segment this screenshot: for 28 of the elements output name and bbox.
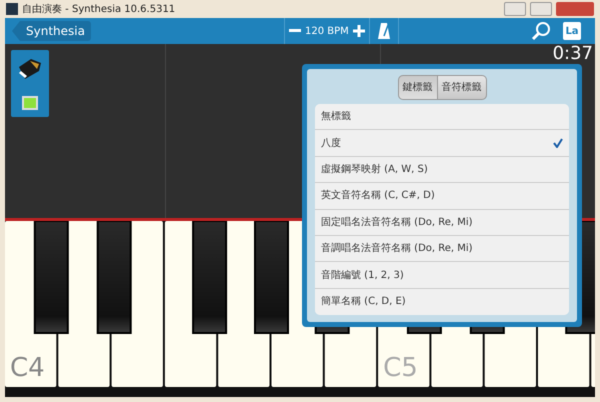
track-color-swatch[interactable] (22, 96, 38, 110)
label-option[interactable]: 簡單名稱 (C, D, E) (315, 288, 569, 316)
label-tab[interactable]: 音符標籤 (438, 75, 486, 100)
track-panel[interactable] (11, 50, 49, 117)
tempo-label: 120 BPM (304, 24, 349, 38)
back-button[interactable]: Synthesia (12, 21, 91, 41)
octave-label: C4 (10, 353, 45, 383)
minus-icon[interactable] (288, 29, 301, 33)
label-tab[interactable]: 鍵標籤 (398, 75, 438, 100)
search-icon[interactable] (531, 21, 551, 41)
elapsed-time: 0:37 (552, 45, 593, 63)
octave-label: C5 (383, 353, 418, 383)
option-label: 虛擬鋼琴映射 (A, W, S) (321, 162, 428, 177)
labels-button[interactable]: La (563, 22, 581, 40)
minimize-button[interactable] (504, 2, 526, 16)
option-label: 音階編號 (1, 2, 3) (321, 268, 404, 283)
maximize-button[interactable] (530, 2, 552, 16)
option-label: 固定唱名法音符名稱 (Do, Re, Mi) (321, 216, 473, 230)
option-label: 英文音符名稱 (C, C#, D) (321, 188, 435, 204)
label-option[interactable]: 無標籤 (315, 104, 569, 130)
piano-icon (17, 57, 43, 82)
app-icon (6, 3, 18, 15)
option-label: 八度 (321, 136, 341, 151)
option-label: 音調唱名法音符名稱 (Do, Re, Mi) (321, 242, 473, 256)
plus-icon[interactable] (352, 25, 365, 37)
option-label: 簡單名稱 (C, D, E) (321, 295, 406, 310)
window-title: 自由演奏 - Synthesia 10.6.5311 (22, 2, 176, 16)
option-label: 無標籤 (321, 110, 351, 124)
